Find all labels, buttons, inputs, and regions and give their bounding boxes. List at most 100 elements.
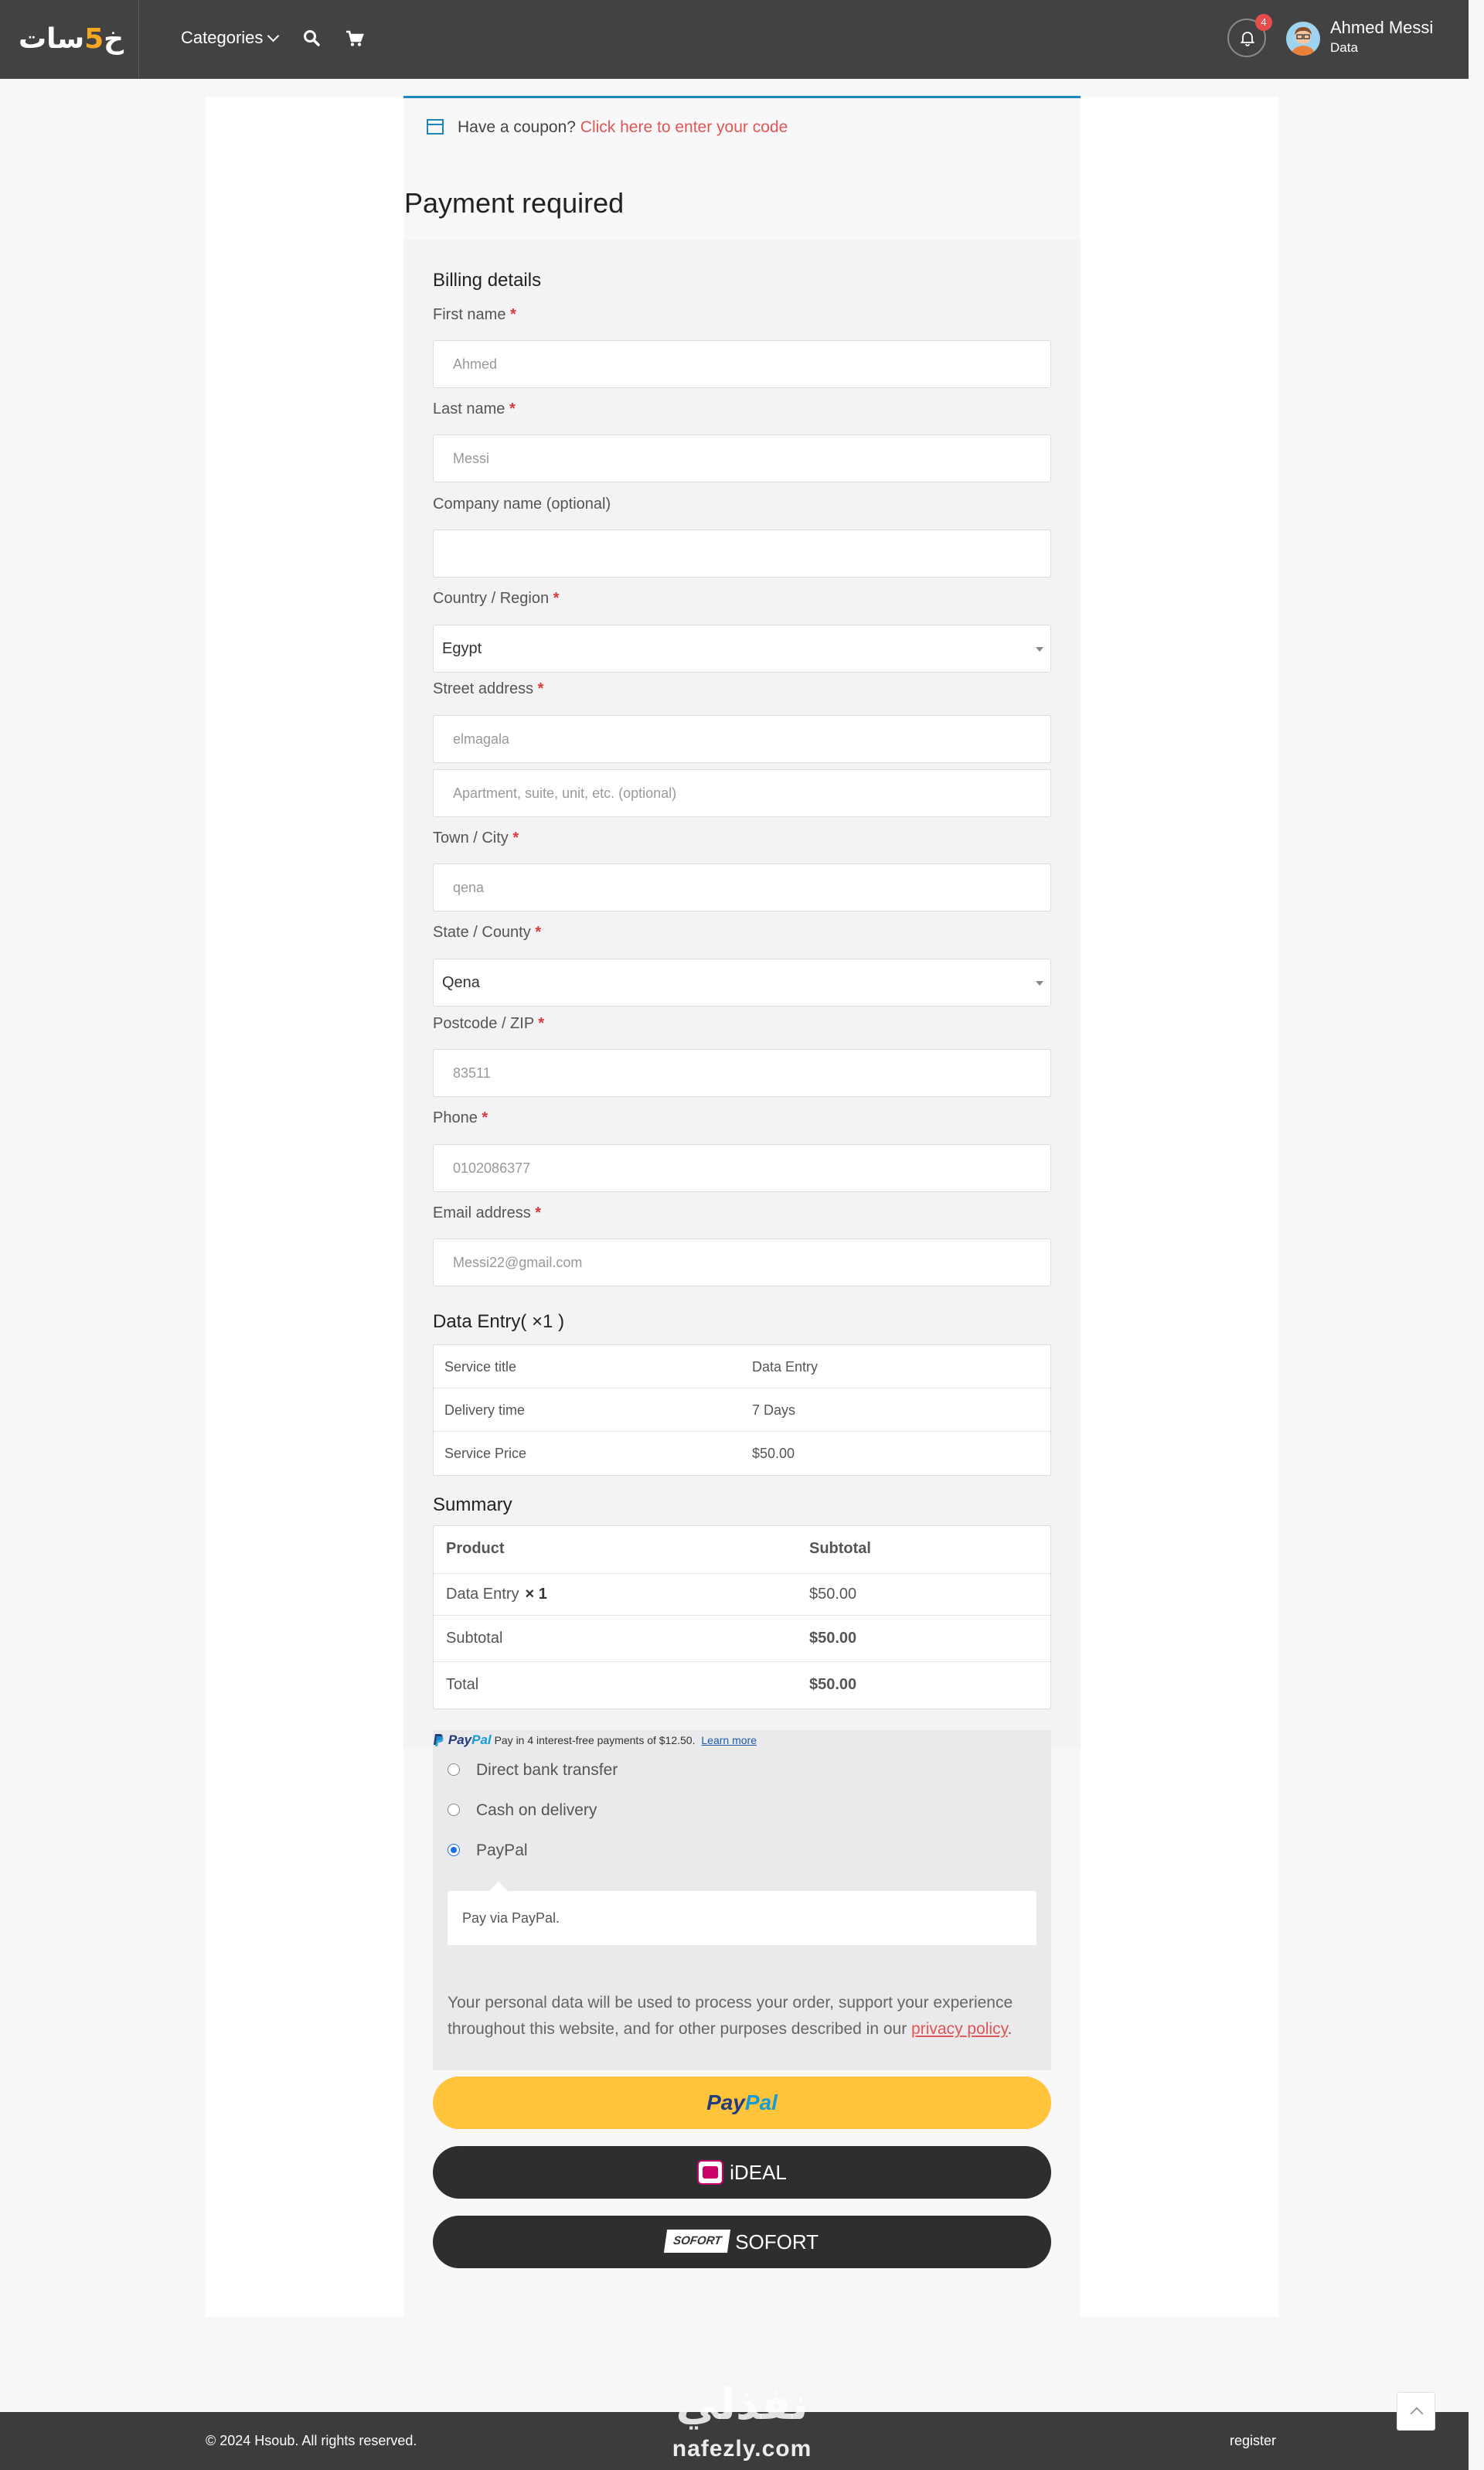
first-name-field[interactable]	[433, 340, 1051, 388]
first-name-label: First name *	[433, 306, 516, 323]
item-name: Data Entry × 1	[446, 1586, 547, 1603]
watermark-domain: nafezly.com	[672, 2436, 812, 2461]
apartment-field[interactable]	[433, 769, 1051, 817]
learn-more-link[interactable]: Learn more	[701, 1734, 757, 1746]
categories-label: Categories	[181, 28, 264, 47]
payment-description-text: Pay via PayPal.	[462, 1910, 560, 1926]
table-row: Data Entry × 1 $50.00	[434, 1574, 1050, 1616]
country-select[interactable]: Egypt	[433, 625, 1051, 673]
table-row: Service title Data Entry	[434, 1345, 1050, 1388]
paypal-icon	[434, 1734, 444, 1746]
table-row: Delivery time 7 Days	[434, 1388, 1050, 1432]
search-icon[interactable]	[301, 28, 323, 49]
top-navbar: خ5سات Categories 4 Ahmed Messi Data	[0, 0, 1469, 79]
table-header-row: Product Subtotal	[434, 1526, 1050, 1574]
subtotal-label: Subtotal	[446, 1630, 503, 1647]
postcode-label: Postcode / ZIP *	[433, 1015, 545, 1032]
state-value: Qena	[442, 974, 480, 991]
paypal-button[interactable]: PayPal	[433, 2077, 1051, 2129]
paypal-method-label[interactable]: PayPal	[476, 1840, 528, 1862]
sofort-button-label: SOFORT	[735, 2230, 819, 2254]
user-subtitle: Data	[1330, 40, 1358, 55]
privacy-period: .	[1007, 2020, 1013, 2038]
ideal-logo-icon	[697, 2160, 724, 2185]
delivery-time-value: 7 Days	[752, 1402, 796, 1418]
coupon-link[interactable]: Click here to enter your code	[580, 118, 788, 136]
city-field[interactable]	[433, 864, 1051, 911]
company-label: Company name (optional)	[433, 496, 611, 513]
product-column-header: Product	[446, 1540, 505, 1557]
footer-register-link[interactable]: register	[1230, 2431, 1276, 2451]
coupon-question: Have a coupon?	[458, 118, 576, 136]
total-value: $50.00	[809, 1676, 857, 1693]
paypal-logo-text: PayPal	[448, 1732, 492, 1747]
city-label: Town / City *	[433, 830, 519, 847]
calendar-icon	[427, 119, 444, 135]
bank-transfer-label[interactable]: Direct bank transfer	[476, 1760, 618, 1781]
scroll-to-top-button[interactable]	[1397, 2392, 1435, 2431]
street-label: Street address *	[433, 680, 544, 697]
cash-on-delivery-label[interactable]: Cash on delivery	[476, 1800, 597, 1821]
table-row: Service Price $50.00	[434, 1432, 1050, 1475]
service-table: Service title Data Entry Delivery time 7 D…	[433, 1344, 1051, 1476]
radio-bank-transfer[interactable]	[448, 1763, 460, 1776]
table-row: Subtotal $50.00	[434, 1616, 1050, 1662]
country-label: Country / Region *	[433, 590, 560, 607]
privacy-policy-link[interactable]: privacy policy	[911, 2020, 1007, 2038]
total-label: Total	[446, 1676, 479, 1693]
last-name-label: Last name *	[433, 400, 516, 417]
avatar[interactable]	[1286, 22, 1320, 56]
caret-down-icon	[1036, 981, 1043, 986]
categories-menu[interactable]: Categories	[181, 26, 280, 49]
page-title: Payment required	[404, 187, 625, 219]
ideal-button[interactable]: iDEAL	[433, 2146, 1051, 2199]
site-logo[interactable]: خ5سات	[19, 22, 124, 57]
navbar-divider	[138, 0, 139, 79]
item-price: $50.00	[809, 1586, 857, 1603]
service-title-value: Data Entry	[752, 1359, 819, 1375]
email-label: Email address *	[433, 1204, 542, 1221]
chevron-up-icon	[1410, 2407, 1424, 2421]
caret-down-icon	[1036, 647, 1043, 652]
footer-copyright: © 2024 Hsoub. All rights reserved.	[206, 2433, 417, 2448]
payment-method-description: Pay via PayPal.	[448, 1882, 1036, 1945]
country-value: Egypt	[442, 640, 482, 657]
radio-paypal[interactable]	[448, 1844, 460, 1856]
ideal-button-label: iDEAL	[730, 2161, 787, 2184]
service-heading: Data Entry( ×1 )	[433, 1311, 565, 1332]
phone-label: Phone *	[433, 1109, 488, 1126]
email-field[interactable]	[433, 1238, 1051, 1286]
coupon-text: Have a coupon? Click here to enter your …	[458, 117, 788, 138]
service-title-label: Service title	[444, 1359, 517, 1375]
coupon-notice: Have a coupon? Click here to enter your …	[403, 96, 1081, 155]
phone-field[interactable]	[433, 1144, 1051, 1192]
sofort-logo-icon: SOFORT	[663, 2230, 731, 2253]
notifications-button[interactable]: 4	[1227, 14, 1272, 57]
paylater-text: Pay in 4 interest-free payments of $12.5…	[494, 1734, 696, 1746]
sofort-button[interactable]: SOFORT SOFORT	[433, 2216, 1051, 2268]
radio-cash-on-delivery[interactable]	[448, 1804, 460, 1816]
service-price-value: $50.00	[752, 1446, 795, 1461]
postcode-field[interactable]	[433, 1049, 1051, 1097]
last-name-field[interactable]	[433, 434, 1051, 482]
street-address-field[interactable]	[433, 715, 1051, 763]
billing-heading: Billing details	[433, 270, 542, 291]
delivery-time-label: Delivery time	[444, 1402, 526, 1418]
state-select[interactable]: Qena	[433, 959, 1051, 1007]
table-row: Total $50.00	[434, 1662, 1050, 1709]
user-name[interactable]: Ahmed Messi	[1330, 17, 1433, 39]
chevron-down-icon	[267, 29, 280, 43]
bell-icon	[1240, 32, 1255, 46]
notifications-count-badge: 4	[1255, 14, 1272, 31]
service-price-label: Service Price	[444, 1446, 527, 1461]
cart-icon[interactable]	[344, 28, 366, 49]
state-label: State / County *	[433, 924, 542, 941]
company-field[interactable]	[433, 530, 1051, 577]
paypal-paylater-message: PayPal Pay in 4 interest-free payments o…	[433, 1732, 757, 1749]
subtotal-column-header: Subtotal	[809, 1540, 871, 1557]
subtotal-value: $50.00	[809, 1630, 857, 1647]
paypal-button-label: PayPal	[706, 2090, 778, 2114]
privacy-notice: Your personal data will be used to proce…	[448, 1990, 1036, 2042]
summary-heading: Summary	[433, 1494, 512, 1515]
summary-table: Product Subtotal Data Entry × 1 $50.00 Subt…	[433, 1525, 1051, 1709]
